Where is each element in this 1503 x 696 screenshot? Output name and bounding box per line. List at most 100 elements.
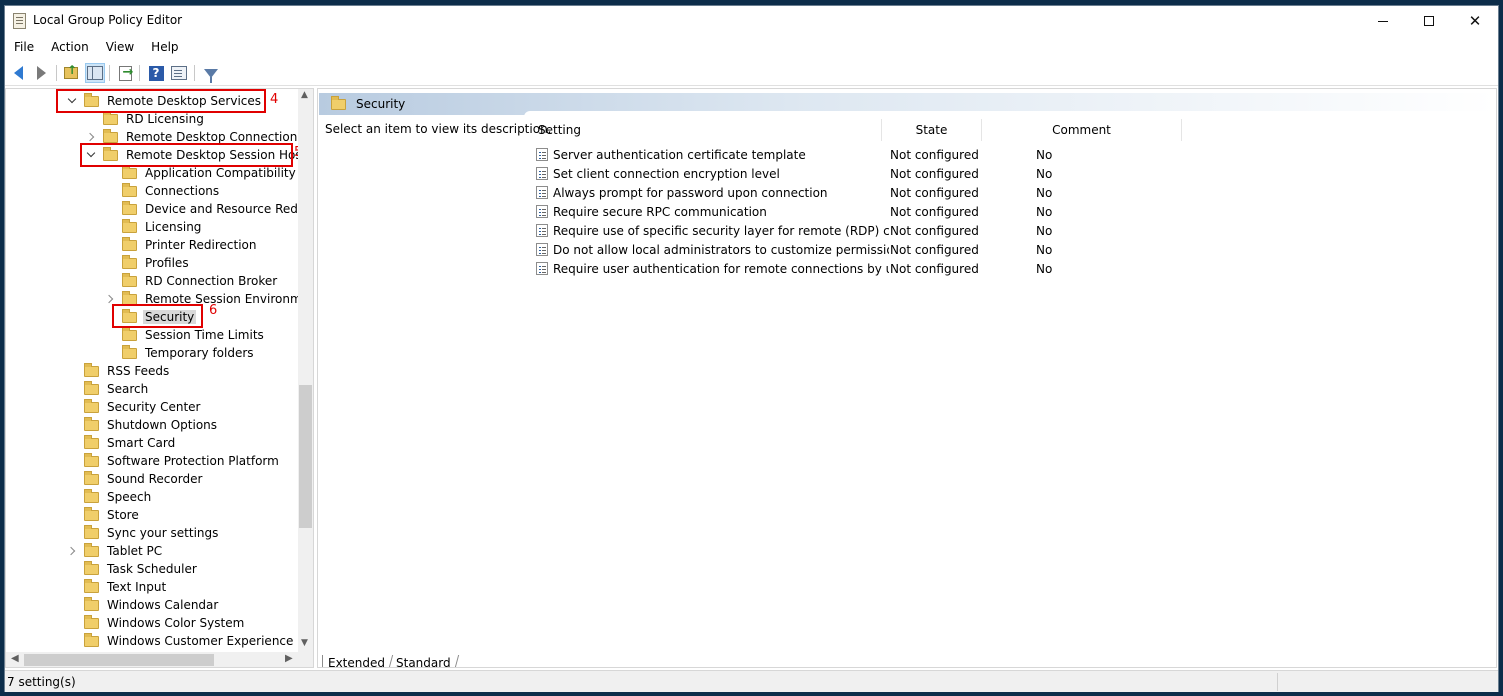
setting-row[interactable]: Require use of specific security layer f… xyxy=(536,221,1189,240)
tree-item-store[interactable]: Store xyxy=(84,506,141,524)
help-button[interactable]: ? xyxy=(146,63,166,83)
tree-item-software-protection-platform[interactable]: Software Protection Platform xyxy=(84,452,281,470)
tree-item-text-input[interactable]: Text Input xyxy=(84,578,168,596)
policy-setting-icon xyxy=(536,243,548,256)
scrollbar-thumb[interactable] xyxy=(299,385,312,528)
up-one-level-button[interactable] xyxy=(61,63,81,83)
tree-item-printer-redirection[interactable]: Printer Redirection xyxy=(122,236,259,254)
column-header-comment[interactable]: Comment xyxy=(982,119,1182,141)
setting-row[interactable]: Do not allow local administrators to cus… xyxy=(536,240,1189,259)
tree-item-task-scheduler[interactable]: Task Scheduler xyxy=(84,560,199,578)
tree-item-rss-feeds[interactable]: RSS Feeds xyxy=(84,362,171,380)
folder-icon xyxy=(84,506,99,521)
tree-item-smart-card[interactable]: Smart Card xyxy=(84,434,177,452)
tree-item-speech[interactable]: Speech xyxy=(84,488,153,506)
folder-icon xyxy=(84,470,99,485)
folder-icon xyxy=(122,254,137,269)
policy-setting-icon xyxy=(536,262,548,275)
policy-setting-icon xyxy=(536,205,548,218)
policy-tree-pane: Remote Desktop Services RD Licensing Rem… xyxy=(5,88,314,668)
setting-row[interactable]: Set client connection encryption level No… xyxy=(536,164,1189,183)
folder-icon xyxy=(103,110,118,125)
toolbar-separator xyxy=(139,65,140,81)
tree-item-security-center[interactable]: Security Center xyxy=(84,398,202,416)
view-button[interactable] xyxy=(169,63,189,83)
section-title: Security xyxy=(356,97,406,111)
settings-list-header: Setting State Comment xyxy=(530,119,1182,141)
tree-item-windows-customer-experience[interactable]: Windows Customer Experience Impr xyxy=(84,632,313,650)
setting-row[interactable]: Require secure RPC communication Not conf… xyxy=(536,202,1189,221)
scroll-down-icon[interactable]: ▼ xyxy=(301,638,308,648)
folder-icon xyxy=(84,434,99,449)
tree-horizontal-scrollbar[interactable]: ◀ ▶ xyxy=(6,652,313,667)
setting-state: Not configured xyxy=(890,261,979,276)
scrollbar-thumb[interactable] xyxy=(24,654,214,666)
folder-icon xyxy=(122,344,137,359)
menu-action[interactable]: Action xyxy=(42,38,97,58)
setting-state: Not configured xyxy=(890,204,979,219)
minimize-icon xyxy=(1378,20,1388,22)
folder-icon xyxy=(84,380,99,395)
tree-item-profiles[interactable]: Profiles xyxy=(122,254,191,272)
setting-row[interactable]: Always prompt for password upon connecti… xyxy=(536,183,1189,202)
tree-item-temporary-folders[interactable]: Temporary folders xyxy=(122,344,256,362)
column-header-state[interactable]: State xyxy=(882,119,982,141)
setting-row[interactable]: Server authentication certificate templa… xyxy=(536,145,1189,164)
menu-bar: File Action View Help xyxy=(5,38,187,58)
setting-comment: No xyxy=(1036,242,1053,257)
tree-item-licensing[interactable]: Licensing xyxy=(122,218,203,236)
tab-standard[interactable]: Standard xyxy=(387,655,459,667)
annotation-box xyxy=(56,89,266,113)
header-divider xyxy=(524,111,1496,117)
filter-button[interactable] xyxy=(201,63,221,83)
folder-icon xyxy=(84,614,99,629)
show-hide-tree-button[interactable] xyxy=(85,63,105,83)
minimize-button[interactable] xyxy=(1360,6,1406,36)
expand-chevron-icon[interactable] xyxy=(68,546,78,556)
tree-item-windows-color-system[interactable]: Windows Color System xyxy=(84,614,246,632)
menu-view[interactable]: View xyxy=(97,38,142,58)
policy-setting-icon xyxy=(536,167,548,180)
folder-icon xyxy=(84,560,99,575)
setting-name: Set client connection encryption level xyxy=(553,166,780,181)
expand-chevron-icon[interactable] xyxy=(87,132,97,142)
tree-item-windows-calendar[interactable]: Windows Calendar xyxy=(84,596,220,614)
export-list-button[interactable] xyxy=(115,63,135,83)
filter-icon xyxy=(204,68,218,83)
tree-item-tablet-pc[interactable]: Tablet PC xyxy=(68,542,164,560)
back-button[interactable] xyxy=(8,63,28,83)
toolbar-separator xyxy=(194,65,195,81)
folder-icon xyxy=(84,524,99,539)
setting-row[interactable]: Require user authentication for remote c… xyxy=(536,259,1189,278)
tree-item-search[interactable]: Search xyxy=(84,380,150,398)
setting-name: Server authentication certificate templa… xyxy=(553,147,806,162)
menu-file[interactable]: File xyxy=(5,38,42,58)
tree-vertical-scrollbar[interactable]: ▲ ▼ xyxy=(298,89,313,652)
tree-item-session-time-limits[interactable]: Session Time Limits xyxy=(122,326,266,344)
tree-item-sound-recorder[interactable]: Sound Recorder xyxy=(84,470,204,488)
main-window: Local Group Policy Editor ✕ File Action … xyxy=(4,5,1499,692)
setting-state: Not configured xyxy=(890,242,979,257)
annotation-box xyxy=(80,143,293,167)
column-header-setting[interactable]: Setting xyxy=(530,119,882,141)
annotation-box xyxy=(112,304,203,328)
tree-item-rd-connection-broker[interactable]: RD Connection Broker xyxy=(122,272,279,290)
tree-item-sync-your-settings[interactable]: Sync your settings xyxy=(84,524,220,542)
scroll-up-icon[interactable]: ▲ xyxy=(301,90,308,100)
menu-help[interactable]: Help xyxy=(142,38,186,58)
forward-arrow-icon xyxy=(36,66,46,80)
policy-setting-icon xyxy=(536,186,548,199)
tree-item-shutdown-options[interactable]: Shutdown Options xyxy=(84,416,219,434)
maximize-icon xyxy=(1424,16,1434,26)
scroll-right-icon[interactable]: ▶ xyxy=(285,653,293,664)
expand-chevron-icon[interactable] xyxy=(106,294,116,304)
tree-item-connections[interactable]: Connections xyxy=(122,182,221,200)
close-button[interactable]: ✕ xyxy=(1452,6,1498,36)
tab-extended[interactable]: Extended xyxy=(322,655,390,667)
maximize-button[interactable] xyxy=(1406,6,1452,36)
folder-icon xyxy=(84,416,99,431)
forward-button[interactable] xyxy=(31,63,51,83)
folder-icon xyxy=(84,578,99,593)
scroll-left-icon[interactable]: ◀ xyxy=(11,653,19,664)
tree-item-device-resource-redirection[interactable]: Device and Resource Redirec xyxy=(122,200,313,218)
